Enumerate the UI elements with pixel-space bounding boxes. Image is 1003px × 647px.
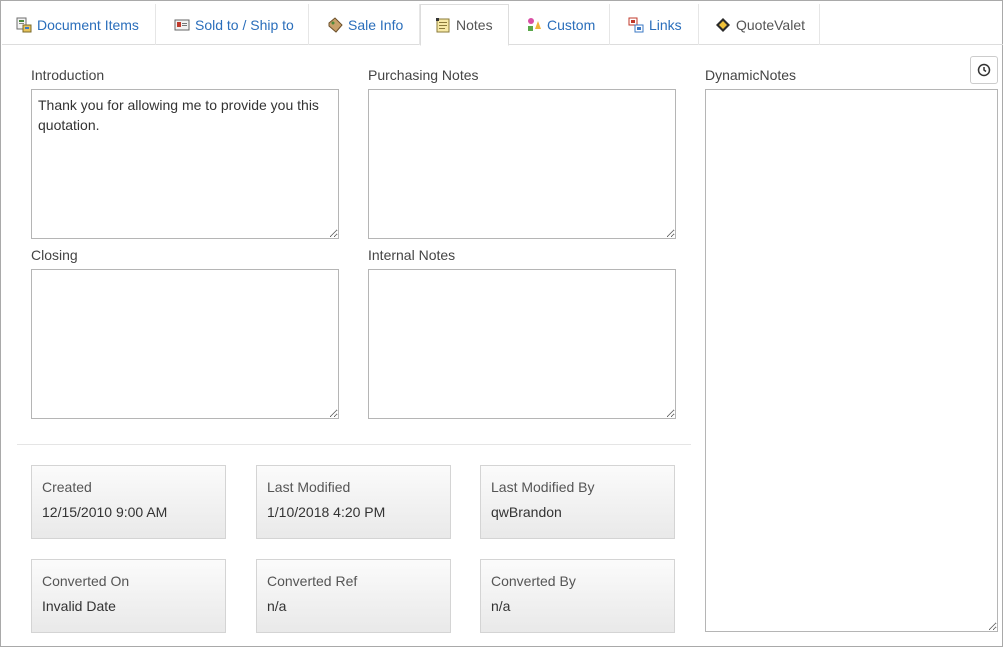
converted-by-value: n/a — [491, 598, 511, 614]
document-items-icon — [16, 17, 32, 33]
converted-ref-label: Converted Ref — [267, 573, 358, 589]
history-button[interactable] — [970, 56, 998, 84]
tab-links[interactable]: Links — [610, 4, 699, 45]
converted-on-value: Invalid Date — [42, 598, 116, 614]
converted-on-label: Converted On — [42, 573, 130, 589]
address-card-icon — [174, 17, 190, 33]
quotevalet-icon — [715, 17, 731, 33]
last-modified-by-info: Last Modified By qwBrandon — [480, 465, 675, 539]
custom-shapes-icon — [526, 17, 542, 33]
converted-on-info: Converted On Invalid Date — [31, 559, 226, 633]
created-value: 12/15/2010 9:00 AM — [42, 504, 168, 520]
dynamic-notes-label: DynamicNotes — [705, 67, 797, 83]
notes-icon — [435, 17, 451, 33]
clock-icon — [976, 62, 992, 78]
internal-notes-label: Internal Notes — [368, 247, 456, 263]
created-label: Created — [42, 479, 92, 495]
tab-bar: Document Items Sold to / Ship to Sale In… — [2, 2, 1003, 46]
introduction-textarea[interactable]: Thank you for allowing me to provide you… — [31, 89, 339, 239]
converted-ref-info: Converted Ref n/a — [256, 559, 451, 633]
links-icon — [628, 17, 644, 33]
notes-panel: Document Items Sold to / Ship to Sale In… — [0, 0, 1003, 647]
tab-label: QuoteValet — [736, 16, 806, 33]
tab-label: Sale Info — [348, 16, 404, 33]
tab-document-items[interactable]: Document Items — [2, 4, 156, 45]
tab-sale-info[interactable]: Sale Info — [309, 4, 420, 45]
tab-label: Notes — [456, 17, 493, 33]
introduction-label: Introduction — [31, 67, 105, 83]
sale-tag-icon — [327, 16, 343, 33]
converted-by-info: Converted By n/a — [480, 559, 675, 633]
last-modified-value: 1/10/2018 4:20 PM — [267, 504, 386, 520]
tab-label: Document Items — [37, 16, 139, 33]
section-divider — [17, 444, 691, 445]
dynamic-notes-textarea[interactable] — [705, 89, 998, 632]
tab-label: Sold to / Ship to — [195, 16, 294, 33]
last-modified-by-value: qwBrandon — [491, 504, 562, 520]
last-modified-label: Last Modified — [267, 479, 351, 495]
tab-quotevalet[interactable]: QuoteValet — [699, 4, 820, 45]
converted-ref-value: n/a — [267, 598, 287, 614]
tab-label: Links — [649, 16, 682, 33]
created-info: Created 12/15/2010 9:00 AM — [31, 465, 226, 539]
tab-label: Custom — [547, 16, 596, 33]
last-modified-by-label: Last Modified By — [491, 479, 595, 495]
tab-notes[interactable]: Notes — [420, 4, 509, 46]
purchasing-notes-textarea[interactable] — [368, 89, 676, 239]
purchasing-notes-label: Purchasing Notes — [368, 67, 479, 83]
converted-by-label: Converted By — [491, 573, 576, 589]
tab-custom[interactable]: Custom — [509, 4, 610, 45]
tab-sold-to-ship-to[interactable]: Sold to / Ship to — [156, 4, 309, 45]
closing-textarea[interactable] — [31, 269, 339, 419]
closing-label: Closing — [31, 247, 78, 263]
last-modified-info: Last Modified 1/10/2018 4:20 PM — [256, 465, 451, 539]
internal-notes-textarea[interactable] — [368, 269, 676, 419]
